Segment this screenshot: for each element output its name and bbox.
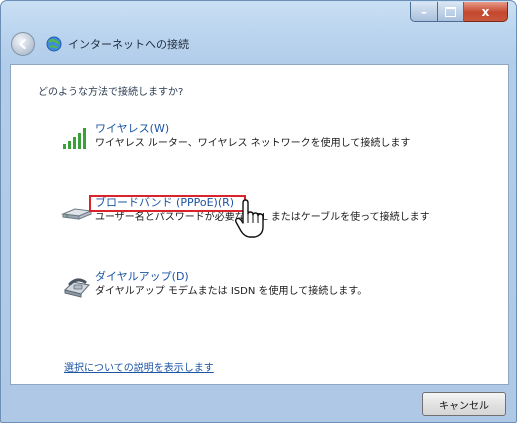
back-arrow-icon	[18, 38, 26, 50]
network-globe-icon	[46, 36, 62, 52]
close-button[interactable]: x	[464, 2, 508, 22]
wireless-signal-icon	[63, 128, 86, 149]
option-wireless-description: ワイヤレス ルーター、ワイヤレス ネットワークを使用して接続します	[95, 138, 411, 149]
page-heading: どのような方法で接続しますか?	[38, 87, 184, 98]
maximize-button[interactable]	[438, 2, 464, 22]
minimize-button[interactable]: –	[410, 2, 438, 22]
title-bar: インターネットへの接続	[11, 31, 189, 57]
window-frame: – x インターネットへの接続 どのような方法で接続しますか? ワイヤレス(W)…	[0, 0, 517, 423]
option-dialup-title: ダイヤルアップ(D)	[95, 270, 189, 283]
minimize-icon: –	[421, 4, 427, 19]
maximize-icon	[445, 6, 456, 17]
broadband-highlight-box	[89, 195, 246, 212]
option-dialup-description: ダイヤルアップ モデムまたは ISDN を使用して接続します。	[95, 286, 368, 297]
caption-buttons: – x	[410, 2, 508, 22]
window-title: インターネットへの接続	[68, 38, 189, 51]
cancel-button[interactable]: キャンセル	[422, 392, 506, 416]
close-icon: x	[481, 4, 490, 19]
hand-pointer-icon	[235, 199, 264, 238]
dialup-modem-icon	[64, 278, 90, 298]
option-wireless-title: ワイヤレス(W)	[95, 122, 170, 135]
option-dialup[interactable]: ダイヤルアップ(D) ダイヤルアップ モデムまたは ISDN を使用して接続しま…	[61, 270, 367, 302]
help-link[interactable]: 選択についての説明を表示します	[64, 359, 214, 374]
back-button[interactable]	[11, 32, 35, 56]
option-wireless[interactable]: ワイヤレス(W) ワイヤレス ルーター、ワイヤレス ネットワークを使用して接続し…	[61, 122, 410, 154]
wizard-content: どのような方法で接続しますか? ワイヤレス(W) ワイヤレス ルーター、ワイヤレ…	[10, 64, 509, 385]
